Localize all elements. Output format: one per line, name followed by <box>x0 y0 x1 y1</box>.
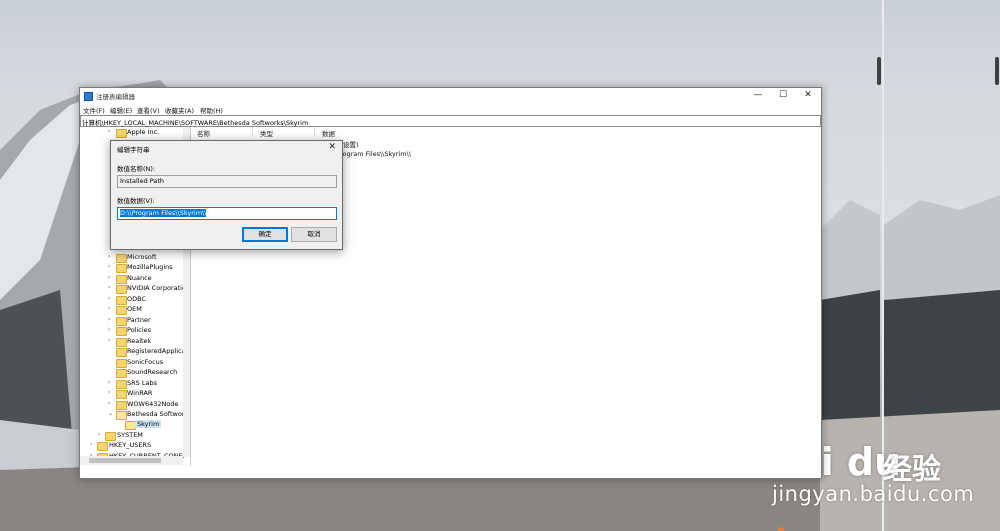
tree-node-label: Nuance <box>127 274 152 282</box>
expand-arrow-icon[interactable]: › <box>108 253 114 260</box>
expand-arrow-icon[interactable]: › <box>108 389 114 396</box>
folder-icon <box>105 432 116 441</box>
folder-icon <box>116 317 127 326</box>
taskbar-indicator <box>778 527 784 531</box>
edit-string-dialog: 编辑字符串 ✕ 数值名称(N): Installed Path 数值数据(V):… <box>110 140 343 250</box>
expand-arrow-icon[interactable]: › <box>108 337 114 344</box>
value-data-cell[interactable]: rogram Files\\Skyrim\\ <box>340 150 411 158</box>
menu-view[interactable]: 查看(V) <box>137 105 160 115</box>
tree-node-label: SRS Labs <box>127 379 157 387</box>
folder-icon <box>116 285 127 294</box>
tree-node-label: Partner <box>127 316 151 324</box>
maximize-button[interactable]: ☐ <box>771 89 795 102</box>
close-button[interactable]: ✕ <box>796 89 820 102</box>
menu-favorites[interactable]: 收藏夹(A) <box>165 105 194 115</box>
folder-icon <box>116 327 127 336</box>
folder-icon <box>116 348 127 357</box>
tree-horizontal-scrollbar[interactable] <box>80 456 183 465</box>
tree-node-label: Bethesda Softwork <box>127 410 189 418</box>
tree-node-label: HKEY_USERS <box>109 441 152 449</box>
value-data-text: D:\\Program Files\\Skyrim\\ <box>120 209 207 217</box>
folder-icon <box>116 275 127 284</box>
folder-icon <box>97 442 108 451</box>
tree-node-label: SYSTEM <box>117 431 143 439</box>
dialog-close-button[interactable]: ✕ <box>328 142 336 152</box>
value-name-text: Installed Path <box>120 177 165 185</box>
tree-node-label: OEM <box>127 305 142 313</box>
menu-edit[interactable]: 编辑(E) <box>110 105 132 115</box>
expand-arrow-icon[interactable]: › <box>108 128 114 135</box>
window-title: 注册表编辑器 <box>96 93 135 101</box>
folder-icon <box>116 264 127 273</box>
folder-icon <box>116 380 127 389</box>
folder-icon <box>116 254 127 263</box>
ok-button[interactable]: 确定 <box>242 227 288 242</box>
column-divider[interactable] <box>314 127 315 137</box>
folder-icon <box>116 390 127 399</box>
tree-node-label: SonicFocus <box>127 358 164 366</box>
title-bar[interactable]: 注册表编辑器 — ☐ ✕ <box>80 88 821 103</box>
value-name-field: Installed Path <box>117 175 337 188</box>
expand-arrow-icon[interactable]: › <box>108 295 114 302</box>
cancel-button[interactable]: 取消 <box>291 227 337 242</box>
watermark-url: jingyan.baidu.com <box>772 482 975 506</box>
tree-node-label: Realtek <box>127 337 152 345</box>
expand-arrow-icon[interactable]: › <box>108 284 114 291</box>
collapse-arrow-icon[interactable]: ⌄ <box>108 410 114 417</box>
tree-node-label: MozillaPlugins <box>127 263 173 271</box>
column-divider[interactable] <box>252 127 253 137</box>
column-header-data[interactable]: 数据 <box>322 128 335 138</box>
tree-node-label: Apple Inc. <box>127 128 160 136</box>
tree-node-label: SoundResearch <box>127 368 178 376</box>
scroll-indicator <box>995 57 999 85</box>
menu-help[interactable]: 帮助(H) <box>200 105 223 115</box>
expand-arrow-icon[interactable]: › <box>108 316 114 323</box>
tree-node-label: WOW6432Node <box>127 400 179 408</box>
expand-arrow-icon[interactable]: › <box>108 379 114 386</box>
expand-arrow-icon[interactable]: › <box>108 274 114 281</box>
folder-icon <box>116 338 127 347</box>
column-header-type[interactable]: 类型 <box>260 128 273 138</box>
folder-icon <box>116 401 127 410</box>
folder-icon <box>116 129 127 138</box>
value-name-label: 数值名称(N): <box>117 165 156 173</box>
minimize-button[interactable]: — <box>746 89 770 102</box>
folder-icon <box>116 296 127 305</box>
folder-icon <box>116 359 127 368</box>
tree-node-label: Skyrim <box>135 420 162 428</box>
value-data-label: 数值数据(V): <box>117 197 155 205</box>
address-bar[interactable]: 计算机\HKEY_LOCAL_MACHINE\SOFTWARE\Bethesda… <box>80 115 821 127</box>
expand-arrow-icon[interactable]: › <box>108 326 114 333</box>
expand-arrow-icon[interactable]: › <box>108 305 114 312</box>
folder-open-icon <box>116 411 127 420</box>
tree-node-label: Microsoft <box>127 253 157 261</box>
tree-node-label: ODBC <box>127 295 147 303</box>
regedit-app-icon <box>84 92 93 101</box>
expand-arrow-icon[interactable]: › <box>108 263 114 270</box>
column-header-name[interactable]: 名称 <box>197 128 210 138</box>
value-data-input[interactable]: D:\\Program Files\\Skyrim\\ <box>117 207 337 220</box>
tree-node-label: Policies <box>127 326 152 334</box>
value-data-cell[interactable]: 设置) <box>343 139 359 149</box>
dialog-title: 编辑字符串 <box>117 146 150 154</box>
folder-icon <box>116 369 127 378</box>
scroll-indicator <box>877 57 881 85</box>
expand-arrow-icon[interactable]: › <box>90 441 96 448</box>
folder-icon <box>116 306 127 315</box>
scrollbar-thumb[interactable] <box>89 458 161 463</box>
tree-node-label: WinRAR <box>127 389 153 397</box>
tree-node-label: RegisteredApplica <box>127 347 186 355</box>
address-path: 计算机\HKEY_LOCAL_MACHINE\SOFTWARE\Bethesda… <box>82 119 309 127</box>
expand-arrow-icon[interactable]: › <box>98 431 104 438</box>
menu-bar: 文件(F) 编辑(E) 查看(V) 收藏夹(A) 帮助(H) <box>80 103 821 115</box>
tree-node-label: NVIDIA Corporatio <box>127 284 186 292</box>
menu-file[interactable]: 文件(F) <box>83 105 105 115</box>
expand-arrow-icon[interactable]: › <box>108 400 114 407</box>
